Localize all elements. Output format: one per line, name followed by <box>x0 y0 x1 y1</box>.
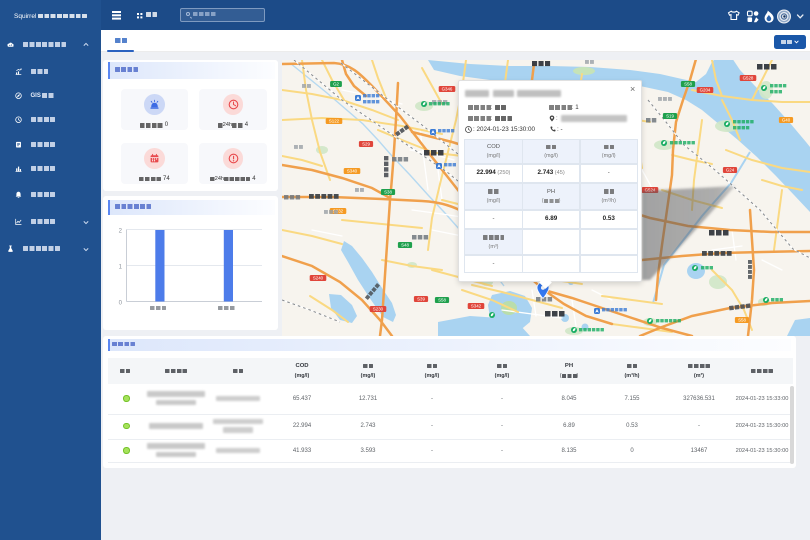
svg-text:1: 1 <box>119 265 123 271</box>
svg-text:0: 0 <box>119 301 123 307</box>
svg-text:2: 2 <box>119 229 123 235</box>
